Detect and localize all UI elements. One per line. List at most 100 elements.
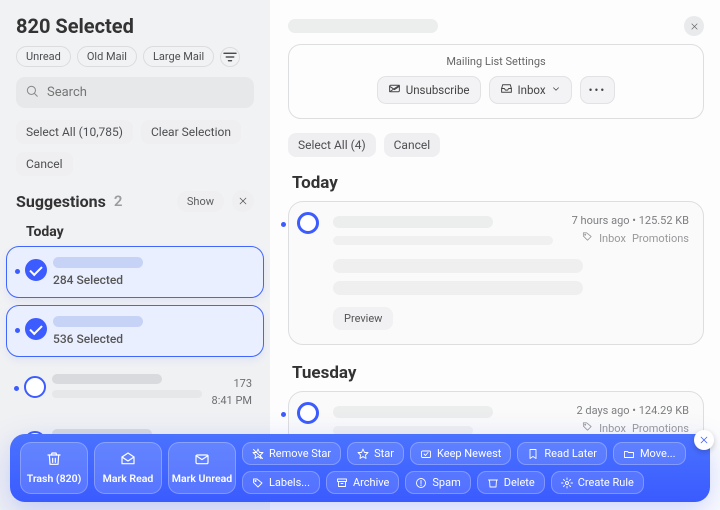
body-skeleton — [333, 259, 583, 273]
filter-unread[interactable]: Unread — [16, 46, 71, 67]
category-label: Promotions — [632, 422, 689, 435]
day-heading: Today — [292, 173, 704, 193]
labels-label: Labels... — [269, 476, 310, 489]
more-options-button[interactable]: ••• — [580, 76, 616, 104]
message-age: 7 hours ago — [572, 214, 630, 227]
tag-icon — [582, 421, 593, 435]
sender-card[interactable]: 284 Selected — [6, 246, 264, 298]
subject-skeleton — [333, 216, 493, 228]
trash-label: Trash (820) — [27, 472, 82, 485]
select-all-button[interactable]: Select All (10,785) — [16, 120, 133, 144]
selection-title: 820 Selected — [16, 14, 254, 38]
close-header-button[interactable] — [684, 16, 704, 36]
subject-skeleton — [333, 406, 493, 418]
message-size: 125.52 KB — [639, 214, 689, 227]
mark-read-button[interactable]: Mark Read — [94, 442, 162, 494]
star-button[interactable]: Star — [347, 442, 404, 465]
suggestions-heading: Suggestions — [16, 192, 106, 211]
sender-card[interactable]: 173 8:41 PM — [6, 364, 264, 412]
selected-check-icon[interactable] — [25, 259, 47, 281]
suggestions-show-button[interactable]: Show — [177, 191, 224, 212]
message-card[interactable]: Preview 7 hours ago • 125.52 KB Inbox Pr… — [288, 201, 704, 345]
inbox-label: Inbox — [518, 83, 546, 97]
folder-label: Inbox — [599, 422, 626, 435]
mark-unread-label: Mark Unread — [172, 472, 232, 485]
archive-label: Archive — [353, 476, 389, 489]
unread-dot-icon — [281, 412, 286, 417]
sender-name-skeleton — [52, 374, 162, 384]
mail-closed-icon — [194, 451, 210, 470]
toolbar-close-button[interactable] — [694, 430, 714, 450]
create-rule-button[interactable]: Create Rule — [551, 471, 644, 494]
filter-large-mail[interactable]: Large Mail — [143, 46, 214, 67]
tag-icon — [582, 231, 593, 245]
read-later-button[interactable]: Read Later — [517, 442, 607, 465]
suggestions-close-button[interactable] — [232, 190, 254, 212]
message-count: 173 — [212, 376, 252, 393]
inbox-icon — [500, 82, 513, 98]
card-subtitle: 284 Selected — [53, 273, 253, 287]
mail-open-icon — [120, 451, 136, 470]
move-label: Move... — [640, 447, 676, 460]
remove-star-label: Remove Star — [269, 447, 331, 460]
move-button[interactable]: Move... — [613, 442, 686, 465]
day-heading: Tuesday — [292, 363, 704, 383]
spam-label: Spam — [432, 476, 460, 489]
keep-newest-button[interactable]: Keep Newest — [410, 442, 511, 465]
snippet-skeleton — [333, 236, 553, 245]
mark-read-label: Mark Read — [103, 472, 154, 485]
search-input[interactable] — [45, 84, 245, 101]
chevron-down-icon — [551, 83, 561, 97]
sender-card[interactable]: 536 Selected — [6, 305, 264, 357]
labels-button[interactable]: Labels... — [242, 471, 320, 494]
keep-newest-label: Keep Newest — [437, 447, 501, 460]
folder-label: Inbox — [599, 232, 626, 245]
unread-dot-icon — [281, 222, 286, 227]
message-time: 8:41 PM — [212, 393, 252, 410]
message-size: 124.29 KB — [639, 404, 689, 417]
filter-old-mail[interactable]: Old Mail — [77, 46, 137, 67]
day-heading-today: Today — [26, 224, 254, 240]
delete-button[interactable]: Delete — [477, 471, 545, 494]
spam-button[interactable]: Spam — [405, 471, 470, 494]
archive-button[interactable]: Archive — [326, 471, 399, 494]
filter-row: Unread Old Mail Large Mail — [16, 46, 254, 67]
unsubscribe-icon — [388, 82, 401, 98]
delete-label: Delete — [504, 476, 535, 489]
right-select-all-button[interactable]: Select All (4) — [288, 133, 376, 157]
remove-star-button[interactable]: Remove Star — [242, 442, 341, 465]
avatar-ring-icon — [297, 212, 319, 234]
filter-settings-icon[interactable] — [220, 47, 240, 67]
sender-name-skeleton — [53, 257, 143, 268]
selected-check-icon[interactable] — [25, 318, 47, 340]
card-subtitle: 536 Selected — [53, 332, 253, 346]
mailing-list-settings: Mailing List Settings Unsubscribe Inbox … — [288, 44, 704, 119]
unread-dot-icon — [14, 386, 19, 391]
body-skeleton — [333, 281, 583, 295]
suggestions-count: 2 — [114, 192, 123, 210]
category-label: Promotions — [632, 232, 689, 245]
read-later-label: Read Later — [544, 447, 597, 460]
preview-button[interactable]: Preview — [333, 307, 393, 330]
header-skeleton — [288, 19, 438, 33]
avatar-ring-icon — [297, 402, 319, 424]
settings-title: Mailing List Settings — [301, 55, 691, 68]
clear-selection-button[interactable]: Clear Selection — [141, 120, 241, 144]
mark-unread-button[interactable]: Mark Unread — [168, 442, 236, 494]
preview-skeleton — [52, 390, 202, 398]
sender-name-skeleton — [53, 316, 143, 327]
avatar-ring-icon[interactable] — [24, 376, 46, 398]
message-age: 2 days ago — [576, 404, 629, 417]
inbox-dropdown[interactable]: Inbox — [489, 76, 572, 104]
trash-button[interactable]: Trash (820) — [20, 442, 88, 494]
unread-dot-icon — [15, 328, 20, 333]
cancel-button[interactable]: Cancel — [16, 152, 73, 176]
star-label: Star — [374, 447, 394, 460]
right-cancel-button[interactable]: Cancel — [384, 133, 441, 157]
search-box[interactable] — [16, 77, 254, 108]
search-icon — [25, 83, 39, 102]
create-rule-label: Create Rule — [578, 476, 634, 489]
unsubscribe-label: Unsubscribe — [406, 83, 470, 97]
bulk-action-toolbar: Trash (820) Mark Read Mark Unread Remove… — [10, 434, 710, 502]
unsubscribe-button[interactable]: Unsubscribe — [377, 76, 481, 104]
